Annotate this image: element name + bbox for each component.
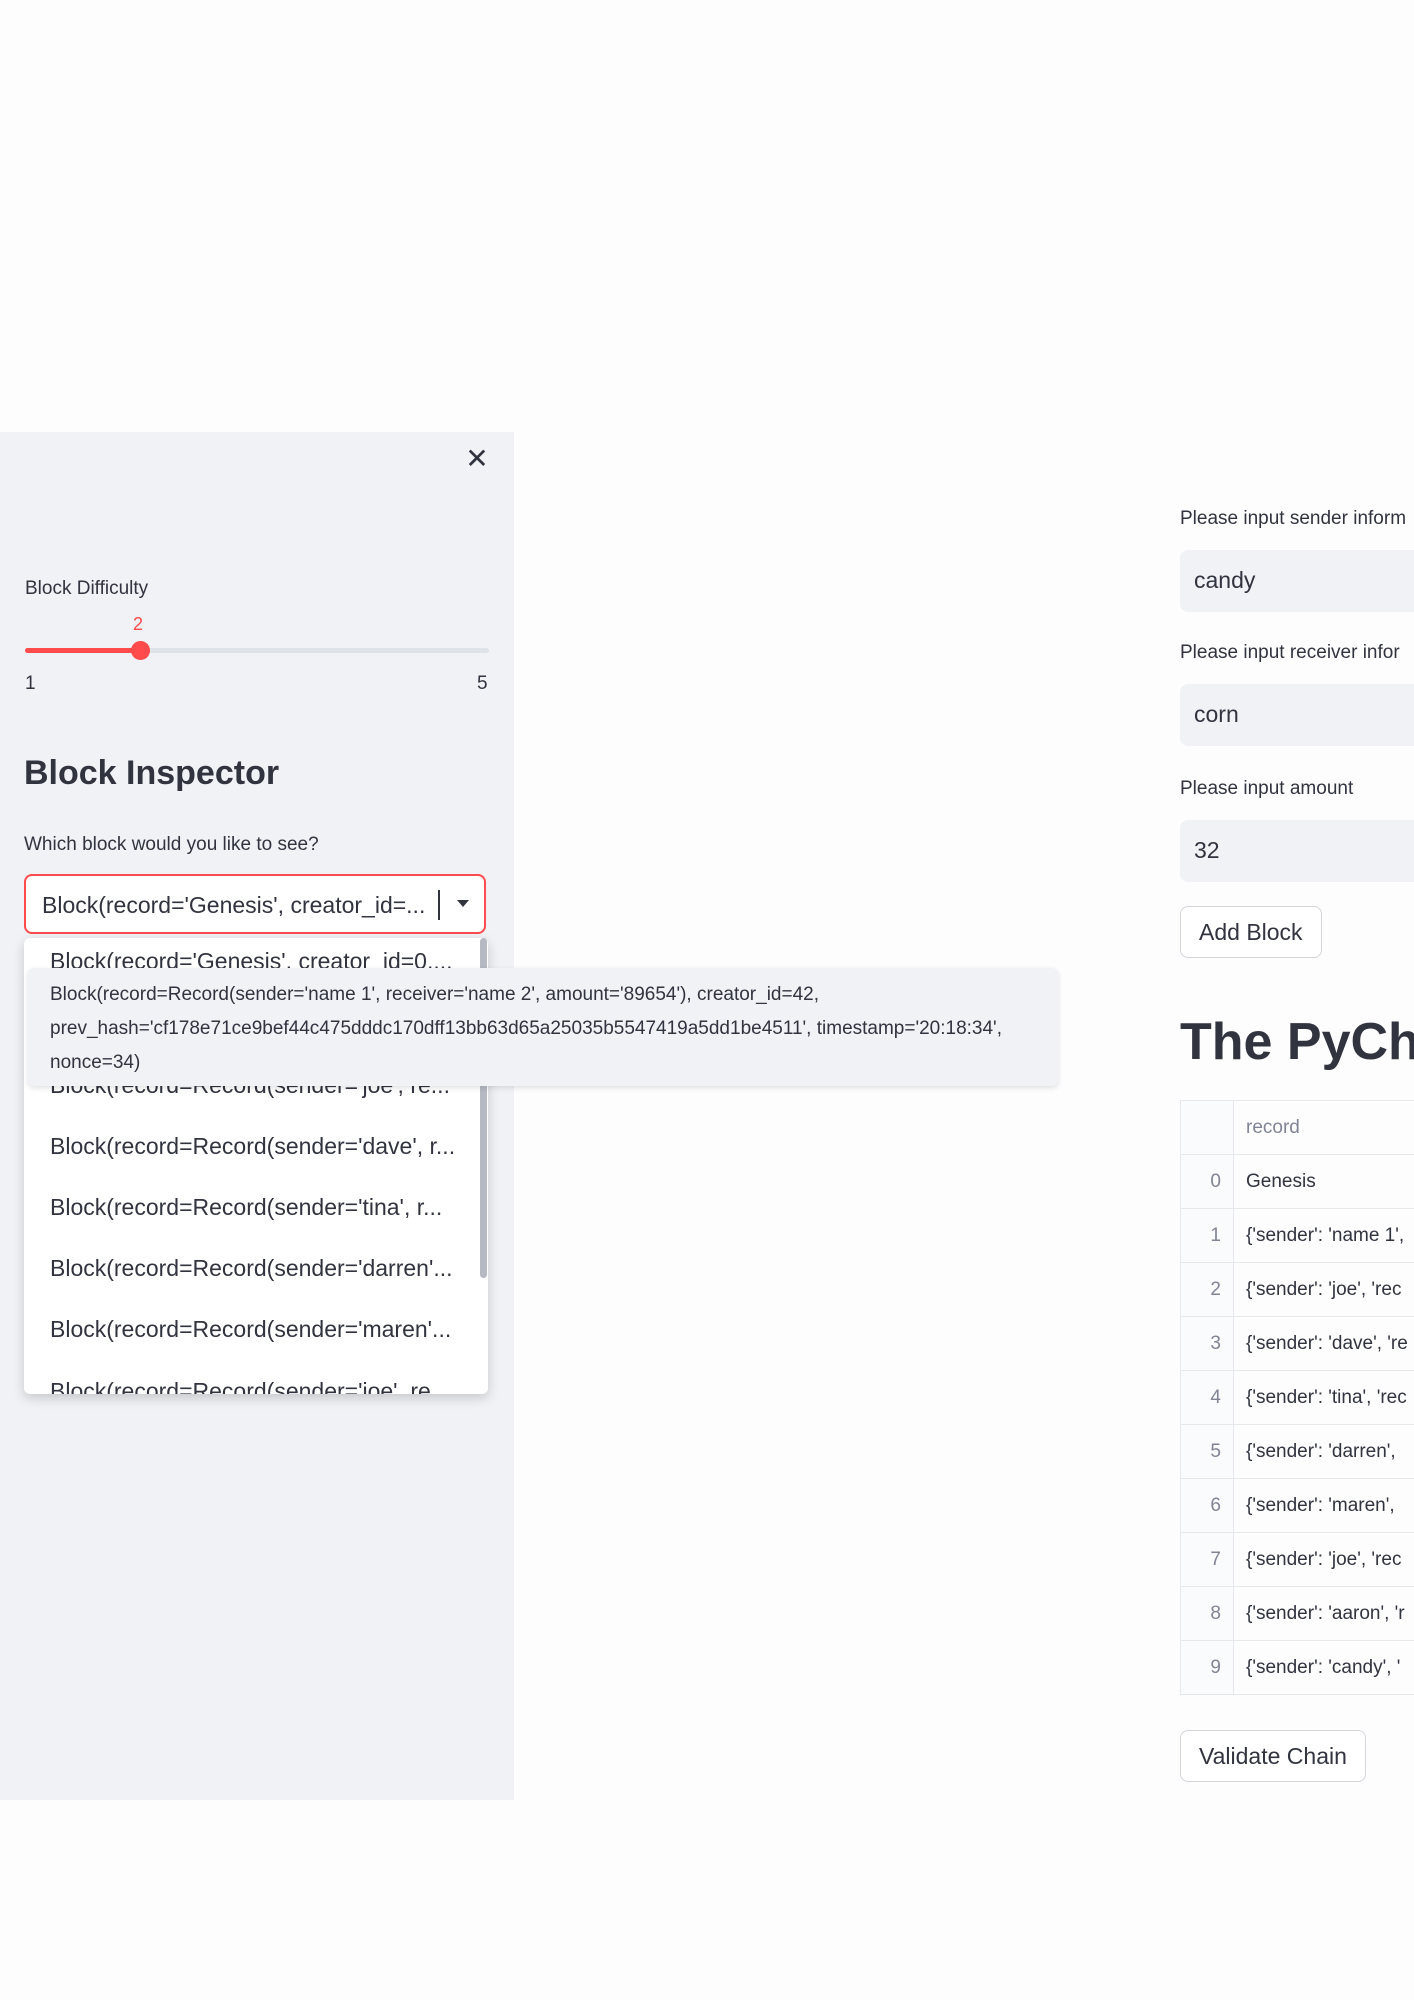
record-cell[interactable]: {'sender': 'joe', 'rec	[1246, 1533, 1401, 1586]
table-row: 4 {'sender': 'tina', 'rec	[1180, 1371, 1414, 1425]
row-index: 2	[1180, 1263, 1234, 1316]
block-inspector-heading: Block Inspector	[24, 754, 280, 792]
table-row: 7 {'sender': 'joe', 'rec	[1180, 1533, 1414, 1587]
row-index: 0	[1180, 1155, 1234, 1208]
dropdown-option[interactable]: Block(record=Record(sender='tina', r...	[50, 1194, 460, 1221]
block-select-value: Block(record='Genesis', creator_id=...	[42, 892, 426, 918]
sender-label: Please input sender inform	[1180, 508, 1407, 529]
row-index: 9	[1180, 1641, 1234, 1694]
row-index: 4	[1180, 1371, 1234, 1424]
record-cell[interactable]: {'sender': 'name 1',	[1246, 1209, 1404, 1262]
row-index: 6	[1180, 1479, 1234, 1532]
amount-input-value: 32	[1194, 837, 1220, 863]
amount-label: Please input amount	[1180, 778, 1354, 799]
slider-thumb[interactable]	[131, 641, 150, 660]
table-row: 1 {'sender': 'name 1',	[1180, 1209, 1414, 1263]
sender-input-value: candy	[1194, 567, 1256, 593]
chevron-down-icon[interactable]	[457, 900, 469, 907]
record-cell[interactable]: {'sender': 'darren',	[1246, 1425, 1396, 1478]
table-header: record	[1180, 1101, 1414, 1155]
slider-fill	[25, 648, 141, 653]
tooltip-line: nonce=34)	[50, 1052, 141, 1073]
receiver-input-value: corn	[1194, 701, 1239, 727]
table-row: 0 Genesis	[1180, 1155, 1414, 1209]
record-cell[interactable]: {'sender': 'tina', 'rec	[1246, 1371, 1407, 1424]
record-cell[interactable]: {'sender': 'maren',	[1246, 1479, 1395, 1532]
dropdown-option[interactable]: Block(record=Record(sender='maren'...	[50, 1316, 460, 1343]
page-title: The PyCha	[1180, 1013, 1414, 1071]
row-index: 7	[1180, 1533, 1234, 1586]
table-row: 2 {'sender': 'joe', 'rec	[1180, 1263, 1414, 1317]
row-index: 1	[1180, 1209, 1234, 1262]
table-row: 3 {'sender': 'dave', 're	[1180, 1317, 1414, 1371]
receiver-label: Please input receiver infor	[1180, 642, 1400, 663]
row-index: 8	[1180, 1587, 1234, 1640]
block-select-label: Which block would you like to see?	[24, 834, 319, 855]
text-cursor	[438, 890, 440, 920]
difficulty-label: Block Difficulty	[25, 578, 149, 599]
close-icon[interactable]: ✕	[464, 445, 490, 473]
tooltip-line: prev_hash='cf178e71ce9bef44c475dddc170df…	[50, 1018, 1002, 1039]
slider-min: 1	[25, 673, 36, 694]
receiver-input[interactable]: corn	[1180, 684, 1414, 746]
amount-input[interactable]: 32	[1180, 820, 1414, 882]
chain-table: record 0 Genesis 1 {'sender': 'name 1', …	[1180, 1100, 1414, 1695]
row-index: 3	[1180, 1317, 1234, 1370]
sender-input[interactable]: candy	[1180, 550, 1414, 612]
add-block-button[interactable]: Add Block	[1180, 906, 1322, 958]
validate-chain-button[interactable]: Validate Chain	[1180, 1730, 1366, 1782]
record-cell[interactable]: {'sender': 'candy', '	[1246, 1641, 1400, 1694]
record-cell[interactable]: {'sender': 'joe', 'rec	[1246, 1263, 1401, 1316]
slider-max: 5	[477, 673, 488, 694]
table-row: 8 {'sender': 'aaron', 'r	[1180, 1587, 1414, 1641]
column-header-record[interactable]: record	[1246, 1101, 1300, 1154]
dropdown-option[interactable]: Block(record=Record(sender='dave', r...	[50, 1133, 460, 1160]
index-header	[1180, 1101, 1234, 1154]
block-select[interactable]: Block(record='Genesis', creator_id=...	[24, 874, 486, 934]
option-tooltip: Block(record=Record(sender='name 1', rec…	[28, 968, 1058, 1086]
row-index: 5	[1180, 1425, 1234, 1478]
table-row: 5 {'sender': 'darren',	[1180, 1425, 1414, 1479]
dropdown-option[interactable]: Block(record=Record(sender='darren'...	[50, 1255, 460, 1282]
dropdown-option[interactable]: Block(record=Record(sender='joe', re...	[50, 1378, 460, 1394]
slider-value: 2	[133, 614, 144, 634]
table-row: 9 {'sender': 'candy', '	[1180, 1641, 1414, 1695]
table-row: 6 {'sender': 'maren',	[1180, 1479, 1414, 1533]
tooltip-line: Block(record=Record(sender='name 1', rec…	[50, 984, 819, 1005]
record-cell[interactable]: {'sender': 'aaron', 'r	[1246, 1587, 1405, 1640]
record-cell[interactable]: {'sender': 'dave', 're	[1246, 1317, 1408, 1370]
record-cell[interactable]: Genesis	[1246, 1155, 1316, 1208]
